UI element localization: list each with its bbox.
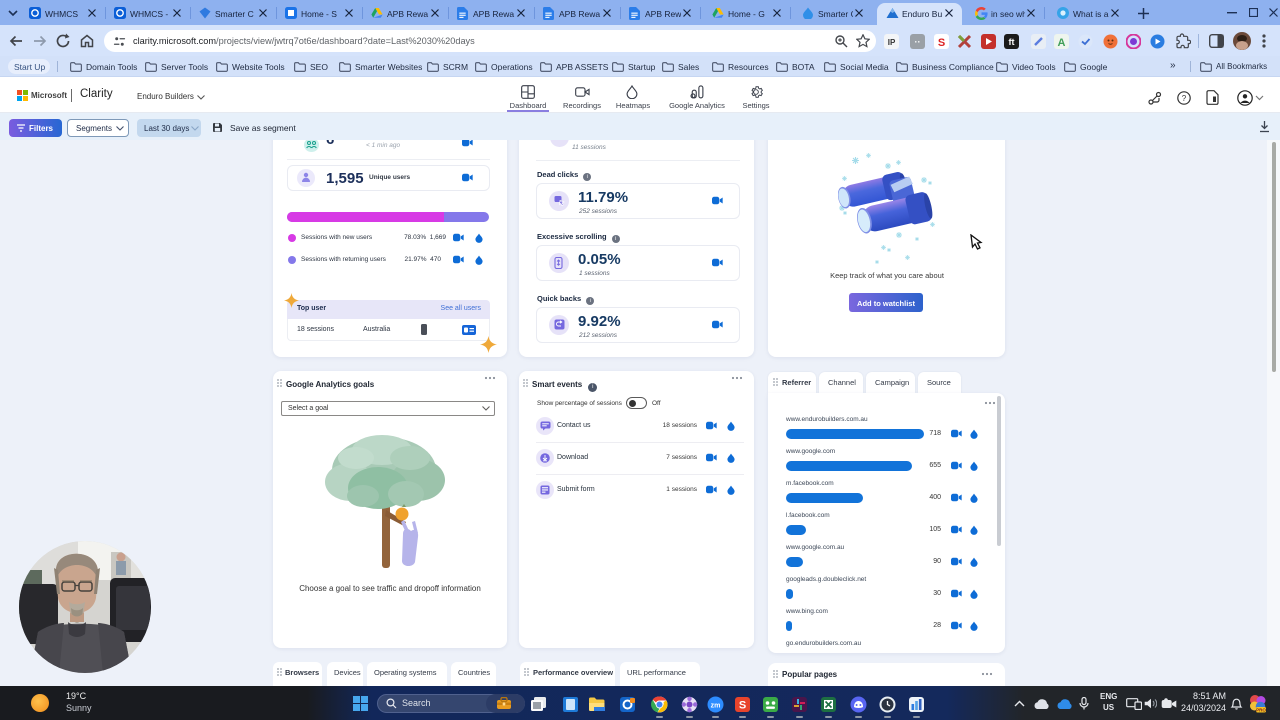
svg-text:A: A bbox=[1058, 37, 1066, 49]
svg-text:zm: zm bbox=[711, 703, 721, 710]
svg-text:IP: IP bbox=[888, 38, 896, 47]
svg-text:ft: ft bbox=[1009, 37, 1015, 47]
svg-text:S: S bbox=[938, 37, 945, 49]
svg-text:··: ·· bbox=[915, 37, 921, 47]
svg-text:S: S bbox=[739, 700, 746, 712]
svg-text:?: ? bbox=[1182, 94, 1187, 103]
svg-text:PRO: PRO bbox=[1256, 708, 1266, 713]
